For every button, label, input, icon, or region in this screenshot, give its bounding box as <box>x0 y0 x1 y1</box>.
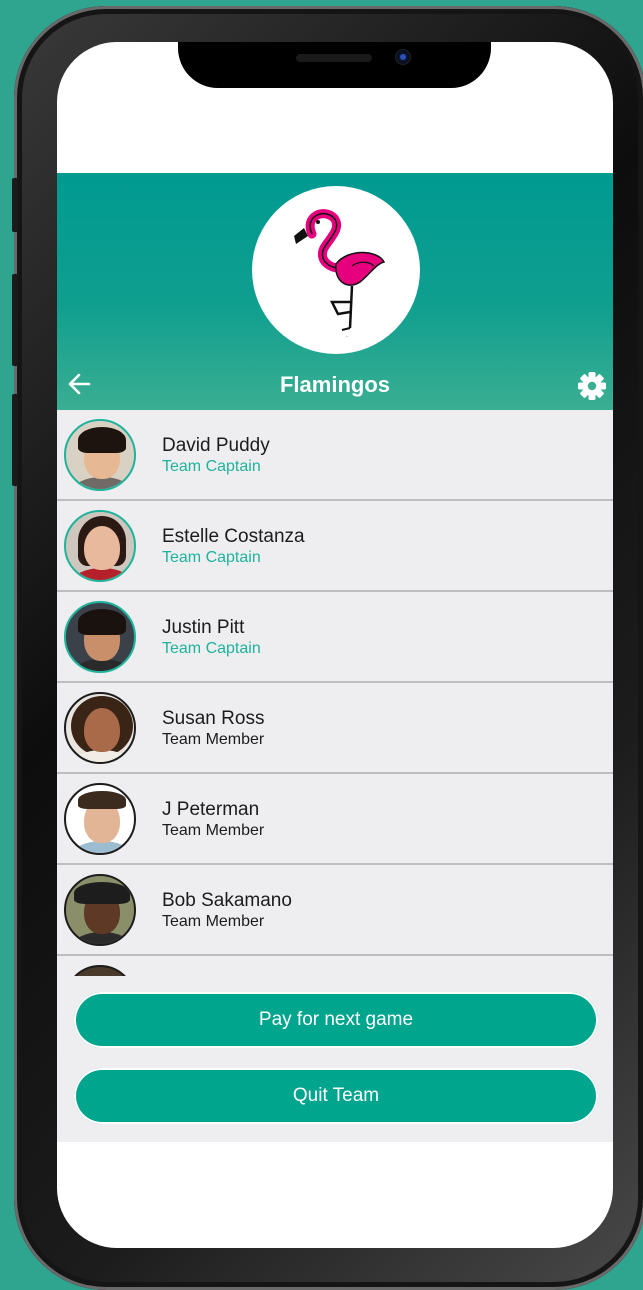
member-list: David Puddy Team Captain Estelle Costanz… <box>57 410 613 976</box>
flamingo-icon: ~ <box>294 209 386 339</box>
team-header: ~ Flamingos <box>57 173 613 410</box>
speaker-grille <box>296 54 372 62</box>
member-row-partial[interactable] <box>57 956 613 976</box>
member-name: David Puddy <box>162 435 270 456</box>
avatar <box>64 692 136 764</box>
notch <box>178 42 491 88</box>
svg-text:~: ~ <box>346 334 349 339</box>
member-role: Team Member <box>162 731 265 748</box>
pay-next-game-button[interactable]: Pay for next game <box>74 992 598 1048</box>
volume-up-button <box>12 274 18 366</box>
member-role: Team Captain <box>162 458 261 475</box>
member-row[interactable]: Estelle Costanza Team Captain <box>57 501 613 592</box>
avatar <box>64 419 136 491</box>
member-row[interactable]: Susan Ross Team Member <box>57 683 613 774</box>
member-role: Team Member <box>162 913 265 930</box>
avatar <box>64 510 136 582</box>
mute-switch <box>12 178 18 232</box>
member-row[interactable]: David Puddy Team Captain <box>57 410 613 501</box>
gear-icon <box>578 372 606 400</box>
avatar <box>64 601 136 673</box>
action-area: Pay for next game Quit Team <box>57 976 613 1142</box>
avatar <box>64 783 136 855</box>
phone-screen: ~ Flamingos David Puddy Team Captain Est… <box>57 42 613 1248</box>
avatar <box>64 965 136 976</box>
page-title: Flamingos <box>279 372 390 397</box>
member-name: Bob Sakamano <box>162 890 292 911</box>
member-name: Estelle Costanza <box>162 526 305 547</box>
member-role: Team Member <box>162 822 265 839</box>
member-name: Susan Ross <box>162 708 265 729</box>
member-role: Team Captain <box>162 640 261 657</box>
avatar <box>64 874 136 946</box>
member-row[interactable]: J Peterman Team Member <box>57 774 613 865</box>
member-role: Team Captain <box>162 549 261 566</box>
settings-button[interactable] <box>577 371 607 401</box>
member-row[interactable]: Justin Pitt Team Captain <box>57 592 613 683</box>
member-name: Justin Pitt <box>162 617 245 638</box>
front-camera-icon <box>396 50 410 64</box>
volume-down-button <box>12 394 18 486</box>
quit-team-button[interactable]: Quit Team <box>74 1068 598 1124</box>
team-logo: ~ <box>252 186 420 354</box>
member-name: J Peterman <box>162 799 260 820</box>
member-row[interactable]: Bob Sakamano Team Member <box>57 865 613 956</box>
